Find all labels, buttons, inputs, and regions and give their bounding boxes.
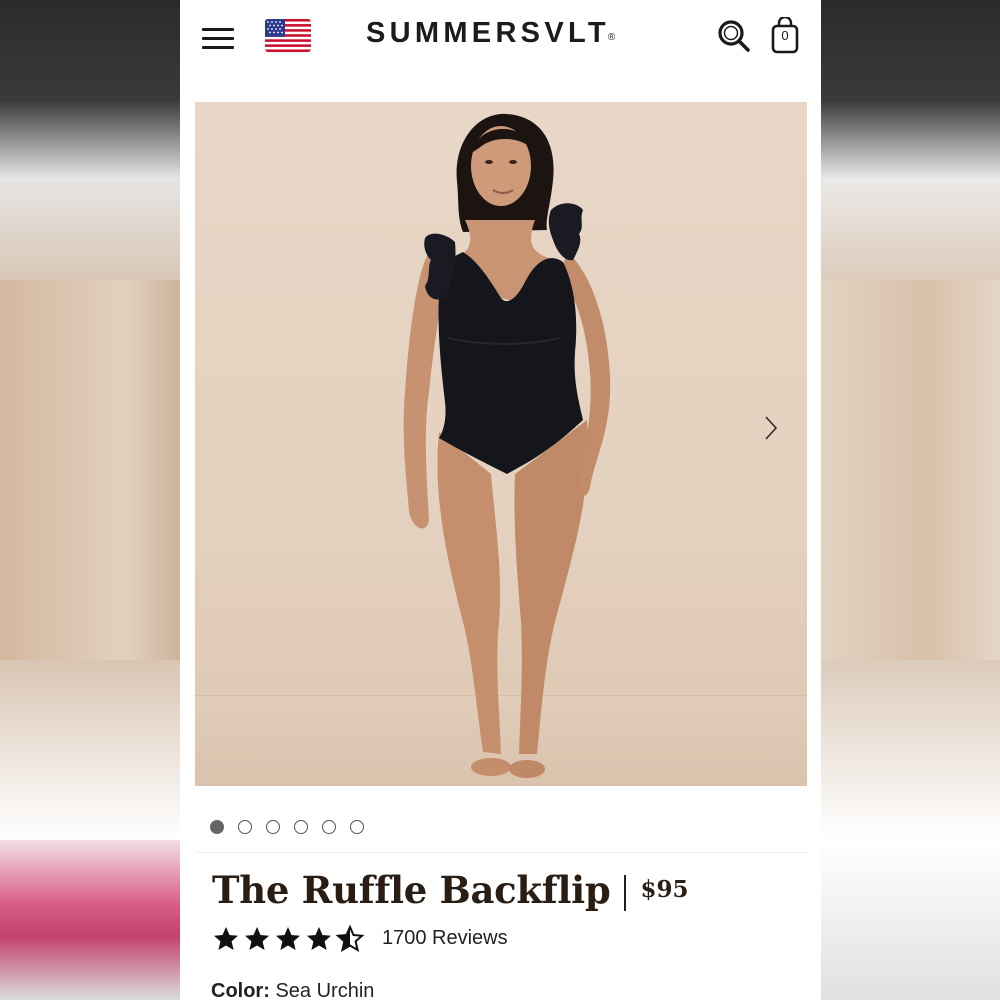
divider — [195, 852, 807, 853]
gallery-dot[interactable] — [238, 820, 252, 834]
gallery-dot[interactable] — [266, 820, 280, 834]
us-flag-icon[interactable] — [265, 19, 311, 52]
blurred-background-left — [0, 0, 180, 1000]
star-icon — [307, 927, 331, 950]
star-rating[interactable] — [212, 925, 367, 953]
shopping-bag-icon[interactable]: 0 — [770, 15, 800, 55]
reviews-link[interactable]: 1700 Reviews — [382, 927, 508, 950]
star-icon — [214, 927, 238, 950]
color-value: Sea Urchin — [275, 980, 375, 1000]
gallery-dot[interactable] — [294, 820, 308, 834]
brand-logo[interactable]: SUMMERSVLT® — [366, 17, 615, 50]
title-separator — [624, 874, 627, 911]
product-image[interactable] — [195, 102, 807, 786]
chevron-right-icon[interactable] — [761, 414, 781, 442]
color-selector-label: Color: Sea Urchin — [211, 980, 374, 1000]
registered-mark: ® — [607, 32, 616, 43]
product-page: SUMMERSVLT® 0 The Ruffle Backflip $95 17… — [180, 0, 821, 1000]
star-icon — [245, 927, 269, 950]
star-icon — [276, 927, 300, 950]
product-title: The Ruffle Backflip — [212, 868, 611, 912]
gallery-dot[interactable] — [350, 820, 364, 834]
model-photo — [403, 113, 611, 778]
top-navigation-bar: SUMMERSVLT® 0 — [180, 0, 821, 78]
gallery-dot[interactable] — [322, 820, 336, 834]
hamburger-icon[interactable] — [202, 26, 234, 52]
search-icon[interactable] — [717, 19, 751, 53]
color-label: Color: — [211, 980, 270, 1000]
gallery-dot[interactable] — [210, 820, 224, 834]
blurred-background-right — [821, 0, 1000, 1000]
cart-count: 0 — [781, 28, 789, 43]
product-title-row: The Ruffle Backflip $95 — [212, 868, 688, 917]
product-price: $95 — [640, 876, 689, 903]
half-star-icon — [337, 926, 363, 951]
